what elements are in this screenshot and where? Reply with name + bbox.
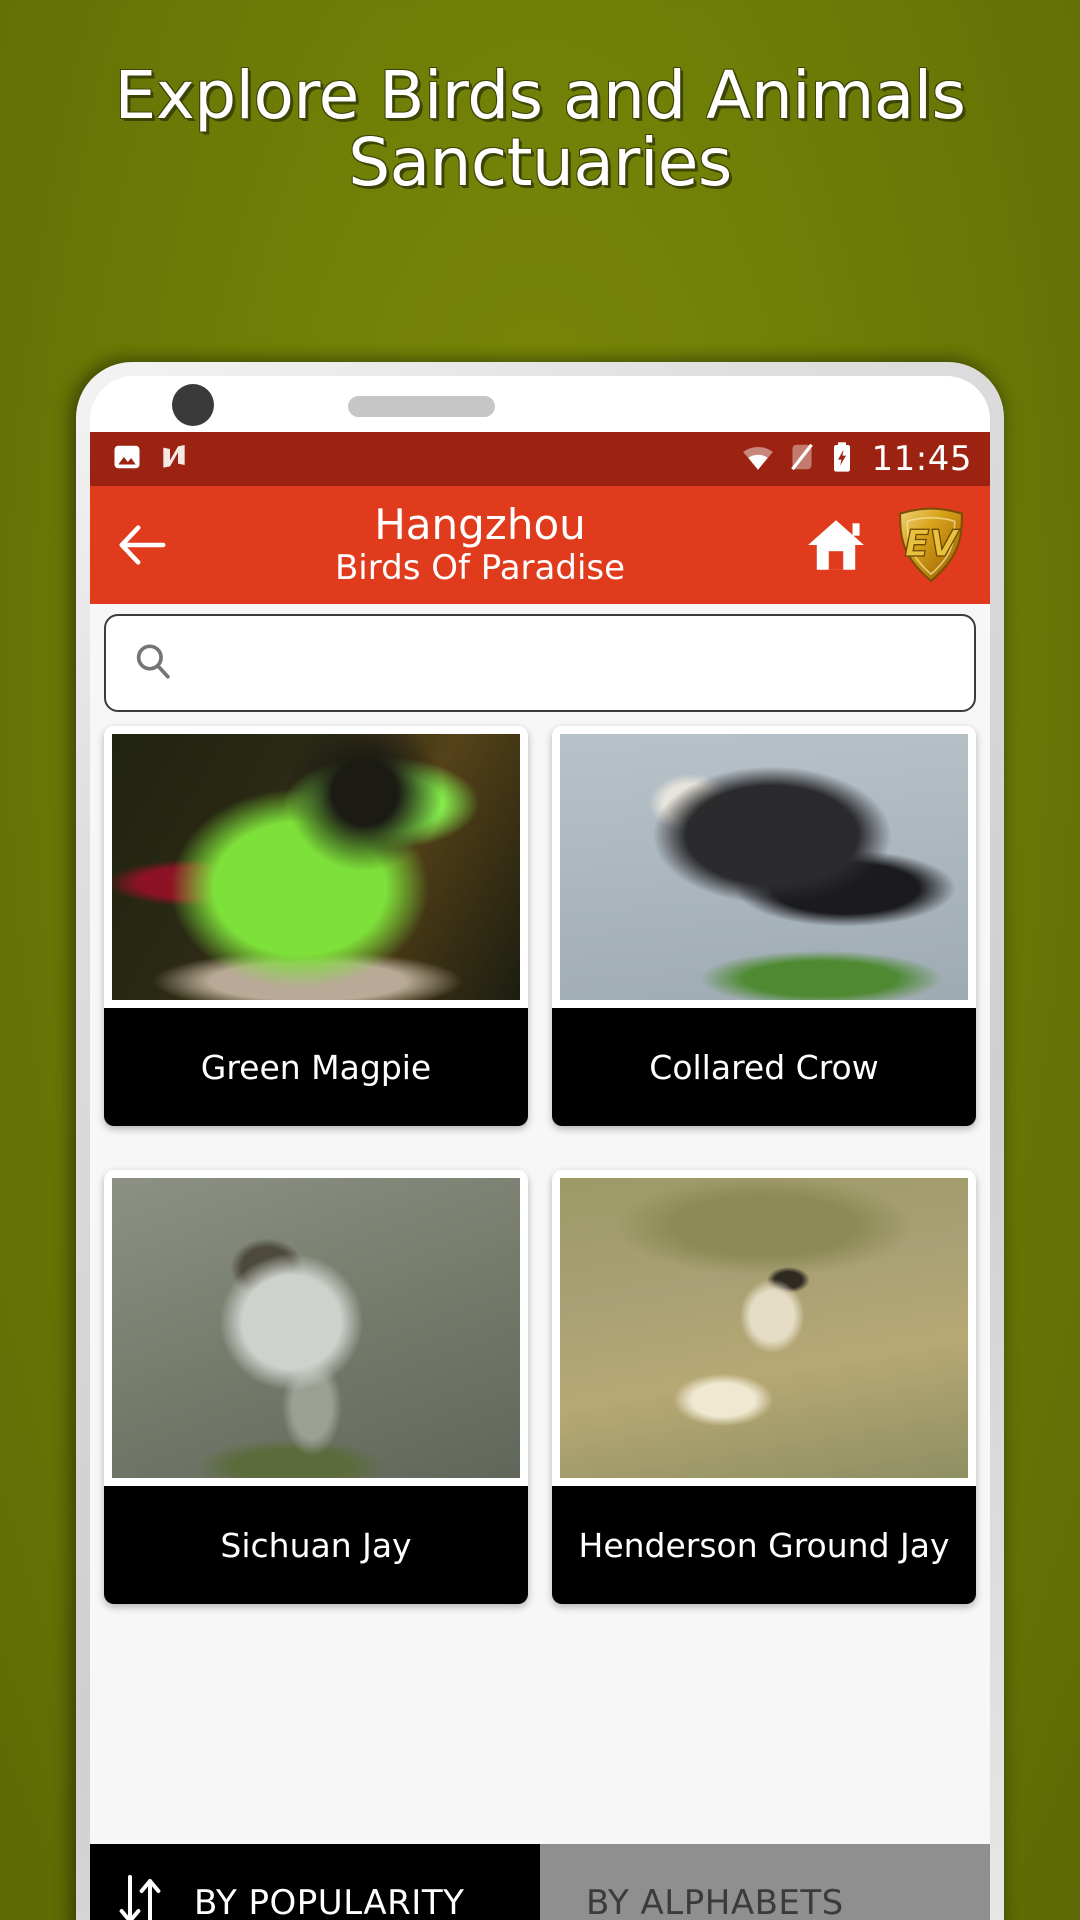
bird-photo bbox=[112, 734, 520, 1000]
bird-name-label: Sichuan Jay bbox=[104, 1486, 528, 1604]
app-bar: Hangzhou Birds Of Paradise EV bbox=[90, 486, 990, 604]
back-arrow-icon[interactable] bbox=[104, 507, 180, 583]
bird-card[interactable]: Henderson Ground Jay bbox=[552, 1170, 976, 1604]
promo-heading-line2: Sanctuaries bbox=[348, 124, 732, 202]
bird-card[interactable]: Sichuan Jay bbox=[104, 1170, 528, 1604]
search-input[interactable] bbox=[192, 616, 948, 710]
bird-name-label: Collared Crow bbox=[552, 1008, 976, 1126]
battery-charging-icon bbox=[829, 441, 855, 478]
bird-name-label: Henderson Ground Jay bbox=[552, 1486, 976, 1604]
phone-top-hardware bbox=[90, 376, 990, 432]
promo-heading: Explore Birds and Animals Sanctuaries bbox=[0, 62, 1080, 197]
tab-by-popularity-label: BY POPULARITY bbox=[194, 1883, 465, 1920]
app-bar-titles: Hangzhou Birds Of Paradise bbox=[180, 499, 794, 589]
phone-screen: 11:45 Hangzhou Birds Of Paradise EV Gree… bbox=[90, 376, 990, 1920]
bird-photo bbox=[560, 1178, 968, 1478]
android-n-icon bbox=[158, 441, 190, 478]
ev-shield-logo[interactable]: EV bbox=[892, 503, 970, 587]
earpiece-speaker bbox=[348, 396, 495, 417]
wifi-icon bbox=[741, 442, 775, 477]
bird-card[interactable]: Green Magpie bbox=[104, 726, 528, 1126]
front-camera-icon bbox=[172, 384, 214, 426]
search-area bbox=[90, 604, 990, 720]
svg-text:EV: EV bbox=[905, 522, 961, 565]
home-icon[interactable] bbox=[794, 503, 878, 587]
bird-photo bbox=[112, 1178, 520, 1478]
image-icon bbox=[112, 442, 142, 477]
tab-by-alphabets-label: BY ALPHABETS bbox=[586, 1883, 844, 1920]
sort-updown-icon bbox=[116, 1873, 164, 1920]
search-icon bbox=[132, 640, 174, 687]
bird-name-label: Green Magpie bbox=[104, 1008, 528, 1126]
bird-photo bbox=[560, 734, 968, 1000]
phone-device-frame: 11:45 Hangzhou Birds Of Paradise EV Gree… bbox=[76, 362, 1004, 1920]
promo-heading-line1: Explore Birds and Animals bbox=[114, 57, 966, 134]
sort-bar: BY POPULARITY BY ALPHABETS bbox=[90, 1844, 990, 1920]
bird-list-scroll-area[interactable]: Green Magpie Collared Crow Sichuan Jay H… bbox=[90, 720, 990, 1912]
page-subtitle: Birds Of Paradise bbox=[334, 548, 626, 589]
bird-card-grid: Green Magpie Collared Crow Sichuan Jay H… bbox=[104, 726, 976, 1604]
bird-card[interactable]: Collared Crow bbox=[552, 726, 976, 1126]
search-box[interactable] bbox=[104, 614, 976, 712]
status-bar-left-icons bbox=[112, 441, 190, 478]
status-bar: 11:45 bbox=[90, 432, 990, 486]
tab-by-popularity[interactable]: BY POPULARITY bbox=[90, 1844, 540, 1920]
signal-off-icon bbox=[788, 442, 816, 477]
page-title: Hangzhou bbox=[374, 499, 586, 549]
status-bar-right-icons: 11:45 bbox=[741, 439, 972, 479]
status-bar-clock: 11:45 bbox=[871, 439, 972, 479]
tab-by-alphabets[interactable]: BY ALPHABETS bbox=[540, 1844, 990, 1920]
